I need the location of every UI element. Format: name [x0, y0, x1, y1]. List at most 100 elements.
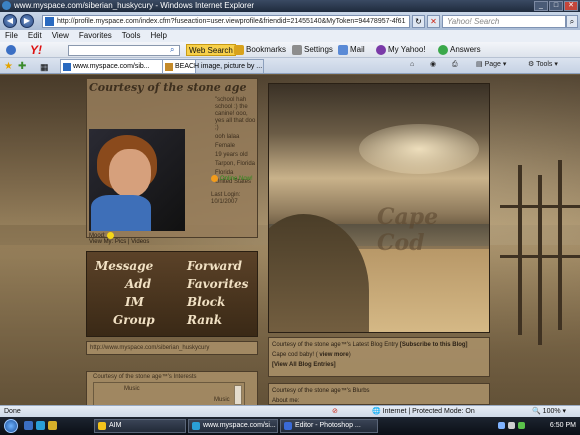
- block-user-link[interactable]: Block: [187, 294, 257, 311]
- send-message-link[interactable]: Message: [95, 258, 187, 275]
- taskbar: AIM www.myspace.com/si... Editor - Photo…: [0, 417, 580, 435]
- security-icon[interactable]: ⊘: [332, 406, 338, 417]
- search-icon[interactable]: ⌕: [170, 42, 174, 58]
- taskbar-aim[interactable]: AIM: [94, 419, 186, 433]
- interests-header: Courtesy of the stone age™'s Interests: [93, 374, 197, 380]
- zoom-control[interactable]: 🔍 100% ▾: [532, 406, 566, 417]
- menu-bar: File Edit View Favorites Tools Help: [0, 30, 580, 42]
- feeds-icon[interactable]: ◉: [430, 58, 436, 72]
- task-label: AIM: [109, 422, 122, 429]
- back-button[interactable]: ◀: [3, 14, 17, 28]
- blog-title: Courtesy of the stone age™'s Latest Blog…: [272, 342, 399, 348]
- menu-view[interactable]: View: [52, 30, 69, 42]
- view-all-blogs-link[interactable]: [View All Blog Entries]: [272, 362, 336, 368]
- my-yahoo-button[interactable]: My Yahoo!: [376, 42, 426, 58]
- web-search-button[interactable]: Web Search: [186, 44, 236, 56]
- maximize-button[interactable]: □: [549, 1, 563, 11]
- fence-rail: [500, 205, 580, 208]
- profile-name: Courtesy of the stone age: [89, 81, 247, 94]
- menu-file[interactable]: File: [5, 30, 18, 42]
- clock[interactable]: 6:50 PM: [550, 417, 576, 435]
- image-favicon: [165, 63, 173, 71]
- menu-help[interactable]: Help: [150, 30, 166, 42]
- window-title: www.myspace.com/siberian_huskycury - Win…: [14, 1, 255, 10]
- yahoo-search-input[interactable]: [68, 45, 180, 56]
- answers-button[interactable]: Answers: [438, 42, 481, 58]
- search-icon[interactable]: ⌕: [566, 15, 578, 28]
- blurbs-box: Courtesy of the stone age™'s Blurbs Abou…: [268, 383, 490, 405]
- settings-button[interactable]: Settings: [292, 42, 333, 58]
- photoshop-icon: [284, 422, 292, 430]
- tab-beach-image[interactable]: BEACH image, picture by ...: [162, 59, 264, 73]
- tab-label: www.myspace.com/sib...: [73, 63, 150, 70]
- taskbar-photoshop[interactable]: Editor - Photoshop ...: [280, 419, 378, 433]
- interests-table: Music Music: [93, 382, 245, 405]
- home-icon[interactable]: ⌂: [410, 58, 414, 72]
- city: Tarpon, Florida: [215, 161, 256, 167]
- page-menu[interactable]: ▤ Page ▾: [476, 58, 506, 72]
- page-menu-label: Page: [484, 61, 501, 68]
- start-button[interactable]: [4, 419, 18, 433]
- beach-caption: Cape Cod: [377, 204, 439, 256]
- photo-shirt: [91, 195, 151, 231]
- favorites-star-icon[interactable]: ★: [4, 60, 13, 74]
- fence-post: [538, 175, 542, 345]
- fence-post: [558, 160, 562, 330]
- address-bar[interactable]: http://profile.myspace.com/index.cfm?fus…: [42, 15, 410, 28]
- age: 19 years old: [215, 152, 248, 158]
- instant-message-link[interactable]: IM: [95, 294, 187, 311]
- add-favorites-icon[interactable]: ✚: [18, 60, 26, 74]
- add-friend-link[interactable]: Add: [95, 276, 187, 293]
- profile-url[interactable]: http://www.myspace.com/siberian_huskycur…: [86, 341, 258, 355]
- blog-entry-link[interactable]: Cape cod baby! (: [272, 352, 318, 358]
- status-text: Done: [4, 408, 21, 415]
- toolbar-options-icon[interactable]: [6, 45, 16, 55]
- folder-quicklaunch-icon[interactable]: [48, 421, 57, 430]
- search-input[interactable]: Yahoo! Search: [442, 15, 566, 28]
- interest-music: Music: [214, 397, 230, 403]
- menu-favorites[interactable]: Favorites: [79, 30, 112, 42]
- beach-photo: Cape Cod: [268, 83, 490, 333]
- view-more-link[interactable]: view more: [319, 352, 348, 358]
- tools-menu[interactable]: ⚙ Tools ▾: [528, 58, 558, 72]
- bookmarks-button[interactable]: Bookmarks: [234, 42, 286, 58]
- show-desktop-icon[interactable]: [24, 421, 33, 430]
- videos-link[interactable]: Videos: [131, 239, 149, 245]
- tab-bar: ★ ✚ ▦ www.myspace.com/sib... BEACH image…: [0, 58, 580, 74]
- profile-photo[interactable]: [89, 129, 185, 231]
- yahoo-logo[interactable]: Y!: [30, 43, 42, 57]
- close-button[interactable]: ✕: [564, 1, 578, 11]
- zone-indicator[interactable]: 🌐 Internet | Protected Mode: On: [372, 406, 475, 417]
- taskbar-ie[interactable]: www.myspace.com/si...: [188, 419, 278, 433]
- view-my: View My: Pics | Videos: [89, 239, 150, 245]
- tray-app-icon[interactable]: [518, 422, 525, 429]
- add-favorites-link[interactable]: Favorites: [187, 276, 257, 293]
- online-now-badge: Online Now!: [211, 175, 253, 182]
- refresh-button[interactable]: ↻: [412, 15, 425, 28]
- print-icon[interactable]: ⎙: [452, 58, 458, 72]
- network-icon[interactable]: [498, 422, 505, 429]
- ie-icon: [2, 1, 11, 10]
- tab-label: BEACH image, picture by ...: [175, 63, 263, 70]
- page-icon: [45, 17, 54, 26]
- quick-tabs-icon[interactable]: ▦: [40, 60, 49, 74]
- subscribe-blog-link[interactable]: [Subscribe to this Blog]: [400, 342, 468, 348]
- my-yahoo-icon: [376, 45, 386, 55]
- contact-box: Message Forward Add Favorites IM Block G…: [86, 251, 258, 337]
- forward-button[interactable]: ▶: [20, 14, 34, 28]
- sunlight: [359, 124, 479, 174]
- menu-tools[interactable]: Tools: [122, 30, 141, 42]
- forward-link[interactable]: Forward: [187, 258, 257, 275]
- menu-edit[interactable]: Edit: [28, 30, 42, 42]
- mail-icon: [338, 45, 348, 55]
- stop-button[interactable]: ✕: [427, 15, 440, 28]
- bookmarks-label: Bookmarks: [246, 45, 287, 54]
- volume-icon[interactable]: [508, 422, 515, 429]
- interests-scrollbar[interactable]: [234, 385, 242, 405]
- rank-user-link[interactable]: Rank: [187, 312, 257, 329]
- mail-button[interactable]: Mail: [338, 42, 365, 58]
- minimize-button[interactable]: _: [534, 1, 548, 11]
- pics-link[interactable]: Pics: [115, 239, 126, 245]
- ie-quicklaunch-icon[interactable]: [36, 421, 45, 430]
- add-to-group-link[interactable]: Group: [95, 312, 187, 329]
